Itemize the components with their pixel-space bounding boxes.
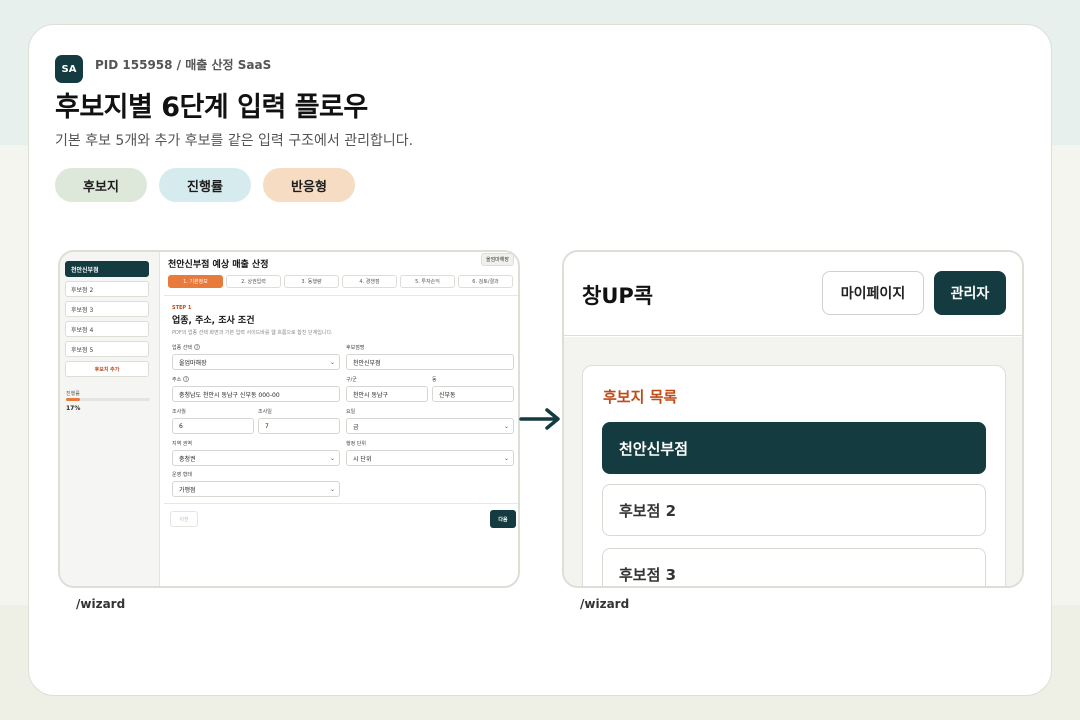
page-card: SA PID 155958 / 매출 산정 SaaS 후보지별 6단계 입력 플… [28, 24, 1052, 696]
industry-select[interactable]: 올엄마해장 ⌄ [172, 354, 340, 370]
industry-label: 업종 선택? [172, 344, 200, 351]
admin-unit-label: 행정 단위 [346, 441, 366, 447]
weekday-select-value: 금 [353, 423, 359, 431]
district-field[interactable]: 천안시 동남구 [346, 386, 428, 402]
tab-step-3[interactable]: 3. 동행량 [284, 275, 339, 288]
operation-select[interactable]: 가맹점 ⌄ [172, 481, 340, 497]
region-label: 지역 권역 [172, 441, 192, 447]
chip-group: 후보지 진행률 반응형 [55, 168, 355, 202]
operation-label: 운영 형태 [172, 472, 192, 478]
candidate-item-1[interactable]: 천안신부점 [602, 422, 986, 474]
section-description: PDF의 업종 선택 화면과 기본 입력 서이드바를 웹 흐름으로 합친 단계입… [172, 330, 333, 336]
chevron-down-icon: ⌄ [503, 454, 509, 462]
progress-fill [66, 398, 81, 401]
prev-button[interactable]: 이전 [170, 511, 198, 527]
dong-label: 동 [432, 377, 437, 383]
tab-step-6[interactable]: 6. 검토/결과 [458, 275, 513, 288]
sidebar-item-candidate-1[interactable]: 천안신부점 [65, 261, 149, 277]
sidebar-item-candidate-3[interactable]: 후보점 3 [65, 301, 149, 317]
page-subtitle: 기본 후보 5개와 추가 후보를 같은 입력 구조에서 관리합니다. [55, 133, 414, 149]
tab-step-1[interactable]: 1. 기본정보 [168, 275, 223, 288]
day-field[interactable]: 7 [258, 418, 340, 434]
admin-unit-select[interactable]: 시 단위 ⌄ [346, 450, 514, 466]
progress-label: 진행률 [66, 391, 80, 397]
dong-field[interactable]: 신부동 [432, 386, 514, 402]
address-field[interactable]: 충청남도 천안시 동남구 신부동 000-00 [172, 386, 340, 402]
day-label: 조사일 [258, 409, 272, 415]
wizard-desktop-screenshot: 천안신부점 후보점 2 후보점 3 후보점 4 후보점 5 후보지 추가 진행률… [58, 250, 520, 588]
wizard-title: 천안신부점 예상 매출 산정 [168, 260, 269, 270]
help-icon[interactable]: ? [183, 376, 190, 382]
mobile-body: 후보지 목록 천안신부점 후보점 2 후보점 3 [564, 337, 1022, 586]
logo-badge: SA [55, 55, 83, 83]
store-name-label: 후보점명 [346, 345, 365, 351]
tab-step-5[interactable]: 5. 투자손익 [400, 275, 455, 288]
candidate-item-3[interactable]: 후보점 3 [602, 548, 986, 586]
weekday-select[interactable]: 금 ⌄ [346, 418, 514, 434]
section-title: 업종, 주소, 조사 조건 [172, 316, 255, 326]
chip-responsive[interactable]: 반응형 [263, 168, 355, 202]
candidate-list-panel: 후보지 목록 천안신부점 후보점 2 후보점 3 [582, 365, 1006, 586]
next-button[interactable]: 다음 [490, 510, 516, 528]
wizard-main: 천안신부점 예상 매출 산정 올엄마해장 1. 기본정보 2. 상권입력 3. … [164, 252, 518, 586]
chevron-down-icon: ⌄ [329, 358, 335, 366]
region-select-value: 충청권 [179, 455, 196, 463]
tab-step-2[interactable]: 2. 상권입력 [226, 275, 281, 288]
candidate-list-title: 후보지 목록 [603, 388, 678, 406]
sidebar-item-candidate-2[interactable]: 후보점 2 [65, 281, 149, 297]
industry-select-value: 올엄마해장 [179, 359, 207, 367]
sidebar-item-candidate-5[interactable]: 후보점 5 [65, 341, 149, 357]
tab-step-4[interactable]: 4. 경쟁점 [342, 275, 397, 288]
add-candidate-button[interactable]: 후보지 추가 [65, 361, 149, 377]
left-route-label: /wizard [76, 597, 126, 611]
operation-select-value: 가맹점 [179, 486, 196, 494]
page-title: 후보지별 6단계 입력 플로우 [55, 92, 368, 123]
mobile-header: 창UP콕 마이페이지 관리자 [564, 252, 1022, 336]
chevron-down-icon: ⌄ [329, 485, 335, 493]
weekday-label: 요일 [346, 409, 356, 415]
month-label: 조사월 [172, 409, 186, 415]
wizard-mobile-screenshot: 창UP콕 마이페이지 관리자 후보지 목록 천안신부점 후보점 2 후보점 3 [562, 250, 1024, 588]
chevron-down-icon: ⌄ [329, 454, 335, 462]
admin-unit-select-value: 시 단위 [353, 455, 372, 463]
progress-bar [66, 398, 150, 401]
step-label: STEP 1 [172, 305, 192, 311]
arrow-right-icon [519, 408, 560, 430]
chip-candidate[interactable]: 후보지 [55, 168, 147, 202]
month-field[interactable]: 6 [172, 418, 254, 434]
step-tabs: 1. 기본정보 2. 상권입력 3. 동행량 4. 경쟁점 5. 투자손익 6.… [168, 275, 513, 288]
address-label-text: 주소 [172, 377, 182, 383]
sidebar-item-candidate-4[interactable]: 후보점 4 [65, 321, 149, 337]
admin-button[interactable]: 관리자 [934, 271, 1006, 315]
project-id: PID 155958 / 매출 산정 SaaS [95, 58, 272, 72]
chevron-down-icon: ⌄ [503, 422, 509, 430]
wizard-sidebar: 천안신부점 후보점 2 후보점 3 후보점 4 후보점 5 후보지 추가 진행률… [60, 252, 160, 586]
address-label: 주소? [172, 376, 190, 383]
store-name-field[interactable]: 천안신부점 [346, 354, 514, 370]
district-label: 구/군 [346, 377, 357, 383]
mypage-button[interactable]: 마이페이지 [822, 271, 924, 315]
region-select[interactable]: 충청권 ⌄ [172, 450, 340, 466]
industry-tag: 올엄마해장 [480, 253, 514, 266]
app-logo[interactable]: 창UP콕 [582, 280, 653, 310]
footer-divider [164, 503, 518, 504]
industry-label-text: 업종 선택 [172, 345, 192, 351]
divider [164, 295, 518, 296]
help-icon[interactable]: ? [194, 344, 200, 350]
chip-progress[interactable]: 진행률 [159, 168, 251, 202]
right-route-label: /wizard [580, 597, 630, 611]
candidate-item-2[interactable]: 후보점 2 [602, 484, 986, 536]
progress-value: 17% [66, 405, 81, 412]
